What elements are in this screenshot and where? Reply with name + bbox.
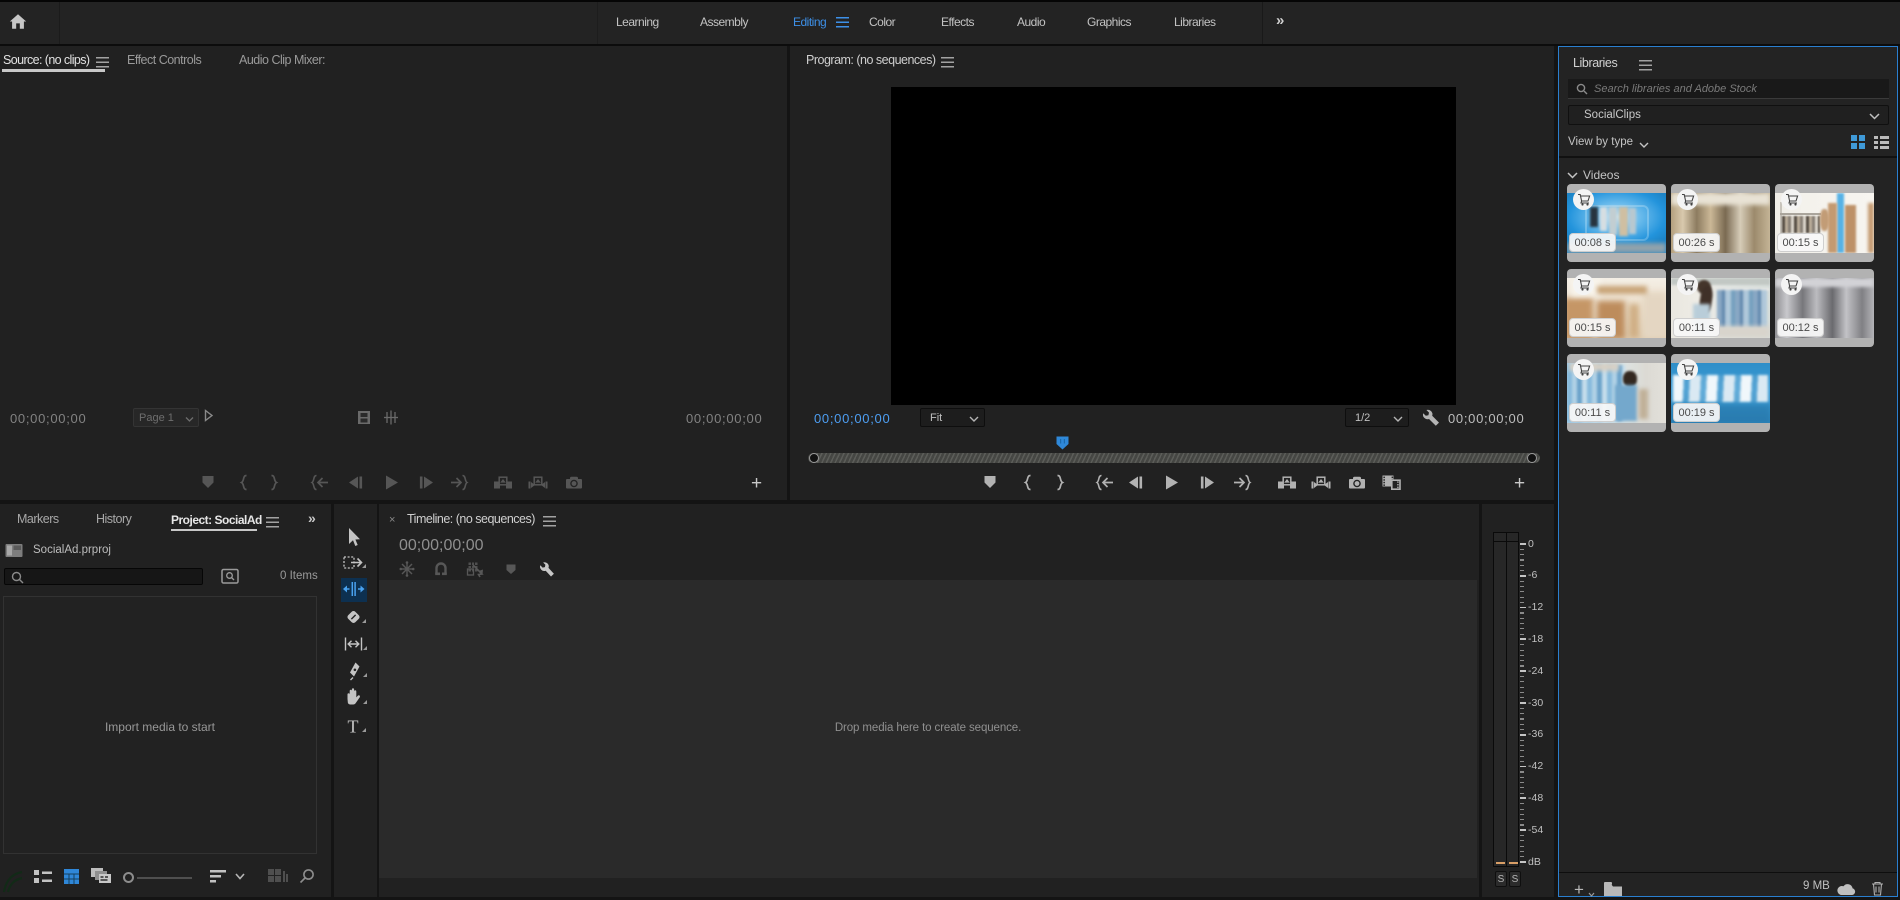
svg-text:T: T — [348, 717, 359, 737]
